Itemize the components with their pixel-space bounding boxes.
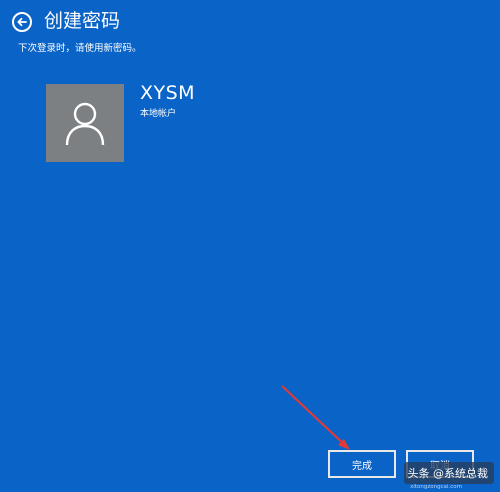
watermark: 头条 @系统总裁 [403, 462, 494, 484]
page-subtitle: 下次登录时，请使用新密码。 [18, 43, 142, 54]
watermark-subtext: xitongzongcai.com [410, 484, 462, 490]
watermark-text: 头条 @系统总裁 [407, 467, 489, 480]
account-type: 本地帐户 [140, 109, 177, 119]
page-title: 创建密码 [44, 10, 121, 32]
back-button[interactable] [12, 12, 32, 32]
red-arrow-annotation [281, 385, 350, 450]
avatar [46, 84, 124, 162]
arrow-left-icon [17, 17, 27, 27]
account-name: XYSM [140, 82, 196, 104]
user-icon [65, 102, 105, 146]
finish-button[interactable]: 完成 [328, 450, 396, 478]
